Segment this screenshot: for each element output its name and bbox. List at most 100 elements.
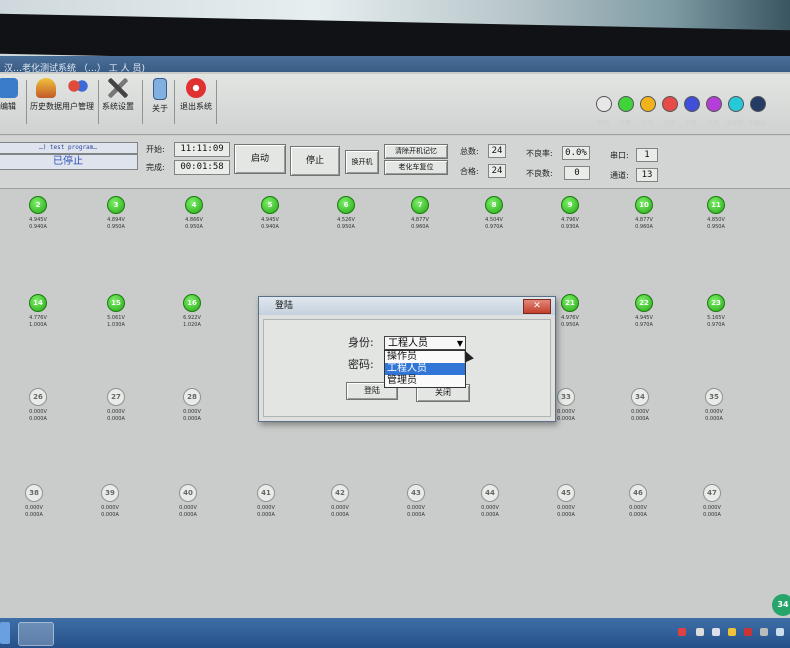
channel-current: 0.940A — [261, 224, 279, 230]
channel-cell[interactable]: 42 0.000V 0.000A — [315, 484, 365, 519]
channel-voltage: 0.000V — [631, 409, 649, 415]
total-label: 总数: — [460, 147, 479, 156]
channel-voltage: 4.776V — [29, 315, 47, 321]
channel-voltage: 0.000V — [705, 409, 723, 415]
tray-flag-icon[interactable] — [678, 628, 686, 636]
channel-status-icon: 22 — [635, 294, 653, 312]
channel-cell[interactable]: 14 4.776V 1.000A — [13, 294, 63, 329]
switch-button[interactable]: 换开机 — [345, 150, 379, 174]
channel-cell[interactable]: 22 4.945V 0.970A — [619, 294, 669, 329]
start-time: 11:11:09 — [174, 142, 230, 157]
channel-voltage: 4.945V — [635, 315, 653, 321]
channel-cell[interactable]: 6 4.526V 0.950A — [321, 196, 371, 231]
channel-voltage: 4.850V — [707, 217, 725, 223]
channel-voltage: 4.866V — [185, 217, 203, 223]
status-light-icon — [684, 96, 700, 112]
toolbar-settings[interactable]: 系统设置 — [96, 78, 140, 112]
toolbar-divider — [216, 80, 217, 124]
channel-value: 13 — [636, 168, 658, 182]
identity-label: 身份: — [348, 336, 374, 349]
channel-voltage: 4.877V — [411, 217, 429, 223]
channel-cell[interactable]: 41 0.000V 0.000A — [241, 484, 291, 519]
bad-count-value: 0 — [564, 166, 590, 180]
tray-device-icon[interactable] — [696, 628, 704, 636]
channel-cell[interactable]: 16 6.922V 1.020A — [167, 294, 217, 329]
taskbar — [0, 618, 790, 648]
identity-dropdown: 操作员 工程人员 管理员 — [384, 350, 466, 388]
channel-current: 0.950A — [185, 224, 203, 230]
tools-icon — [108, 78, 128, 98]
option-engineer[interactable]: 工程人员 — [385, 363, 465, 375]
channel-voltage: 0.000V — [481, 505, 499, 511]
database-icon — [36, 78, 56, 98]
elapsed-time: 00:01:58 — [174, 160, 230, 175]
tray-network-icon[interactable] — [744, 628, 752, 636]
channel-cell[interactable]: 35 0.000V 0.000A — [689, 388, 739, 423]
channel-cell[interactable]: 15 5.061V 1.030A — [91, 294, 141, 329]
edit-icon — [0, 78, 18, 98]
channel-badge[interactable]: 34 — [772, 594, 790, 616]
channel-current: 0.000A — [557, 512, 575, 518]
channel-current: 0.000A — [101, 512, 119, 518]
channel-cell[interactable]: 3 4.894V 0.950A — [91, 196, 141, 231]
channel-cell[interactable]: 9 4.796V 0.930A — [545, 196, 595, 231]
channel-cell[interactable]: 27 0.000V 0.000A — [91, 388, 141, 423]
channel-cell[interactable]: 11 4.850V 0.950A — [691, 196, 741, 231]
clear-memory-button[interactable]: 清除开机记忆 — [384, 144, 448, 159]
channel-cell[interactable]: 45 0.000V 0.000A — [541, 484, 591, 519]
channel-cell[interactable]: 4 4.866V 0.950A — [169, 196, 219, 231]
channel-cell[interactable]: 46 0.000V 0.000A — [613, 484, 663, 519]
channel-cell[interactable]: 23 5.165V 0.970A — [691, 294, 741, 329]
channel-cell[interactable]: 26 0.000V 0.000A — [13, 388, 63, 423]
channel-cell[interactable]: 39 0.000V 0.000A — [85, 484, 135, 519]
channel-cell[interactable]: 34 0.000V 0.000A — [615, 388, 665, 423]
channel-voltage: 0.000V — [29, 409, 47, 415]
channel-status-icon: 47 — [703, 484, 721, 502]
channel-status-icon: 6 — [337, 196, 355, 214]
tray-warning-icon[interactable] — [728, 628, 736, 636]
channel-status-icon: 3 — [107, 196, 125, 214]
channel-current: 0.000A — [629, 512, 647, 518]
channel-voltage: 4.504V — [485, 217, 503, 223]
start-label: 开始: — [146, 145, 165, 154]
channel-voltage: 5.061V — [107, 315, 125, 321]
channel-current: 0.000A — [107, 416, 125, 422]
toolbar-users[interactable]: 用户管理 — [56, 78, 100, 112]
channel-cell[interactable]: 5 4.945V 0.940A — [245, 196, 295, 231]
channel-status-icon: 33 — [557, 388, 575, 406]
start-button[interactable]: 启动 — [234, 144, 286, 174]
channel-status-icon: 16 — [183, 294, 201, 312]
channel-cell[interactable]: 43 0.000V 0.000A — [391, 484, 441, 519]
start-orb-icon[interactable] — [0, 622, 10, 644]
channel-cell[interactable]: 28 0.000V 0.000A — [167, 388, 217, 423]
channel-cell[interactable]: 10 4.877V 0.960A — [619, 196, 669, 231]
users-icon — [68, 78, 88, 98]
stop-button[interactable]: 停止 — [290, 146, 340, 176]
password-label: 密码: — [348, 358, 374, 371]
reset-button[interactable]: 老化车复位 — [384, 160, 448, 175]
tray-clock-icon[interactable] — [776, 628, 784, 636]
channel-cell[interactable]: 7 4.877V 0.960A — [395, 196, 445, 231]
channel-voltage: 5.165V — [707, 315, 725, 321]
channel-status-icon: 42 — [331, 484, 349, 502]
done-label: 完成: — [146, 163, 165, 172]
channel-current: 0.970A — [707, 322, 725, 328]
option-operator[interactable]: 操作员 — [385, 351, 465, 363]
dialog-close-icon[interactable]: ✕ — [523, 299, 551, 314]
tray-shield-icon[interactable] — [712, 628, 720, 636]
channel-voltage: 0.000V — [407, 505, 425, 511]
channel-cell[interactable]: 38 0.000V 0.000A — [9, 484, 59, 519]
channel-cell[interactable]: 40 0.000V 0.000A — [163, 484, 213, 519]
tray-volume-icon[interactable] — [760, 628, 768, 636]
channel-cell[interactable]: 2 4.945V 0.940A — [13, 196, 63, 231]
channel-cell[interactable]: 8 4.504V 0.970A — [469, 196, 519, 231]
toolbar-exit[interactable]: 退出系统 — [174, 78, 218, 112]
channel-current: 0.000A — [705, 416, 723, 422]
identity-select[interactable]: 工程人员 ▼ — [384, 336, 466, 350]
chevron-down-icon: ▼ — [456, 339, 463, 348]
taskbar-app-icon[interactable] — [18, 622, 54, 646]
channel-cell[interactable]: 47 0.000V 0.000A — [687, 484, 737, 519]
channel-voltage: 0.000V — [257, 505, 275, 511]
option-admin[interactable]: 管理员 — [385, 375, 465, 387]
channel-cell[interactable]: 44 0.000V 0.000A — [465, 484, 515, 519]
